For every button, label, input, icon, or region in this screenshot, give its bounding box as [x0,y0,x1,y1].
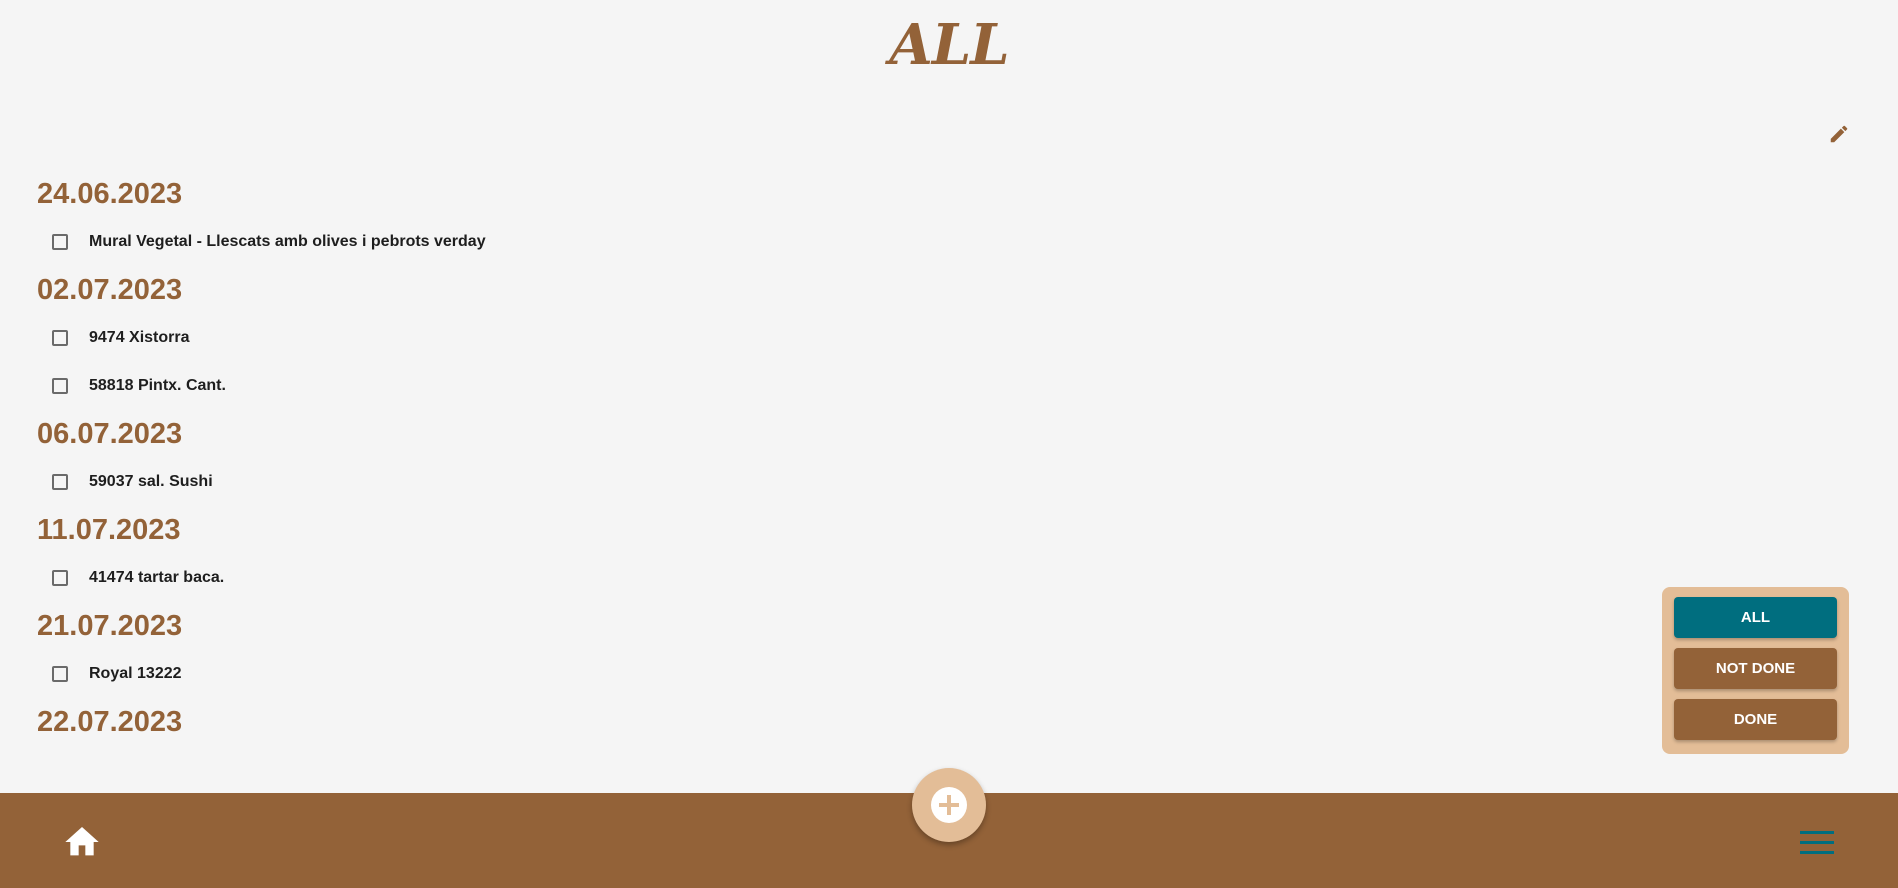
task-label: 41474 tartar baca. [89,569,225,586]
filter-not-done-button[interactable]: NOT DONE [1674,648,1837,689]
date-heading: 06.07.2023 [37,418,183,450]
task-label: 58818 Pintx. Cant. [89,377,226,394]
date-group: 06.07.2023 59037 sal. Sushi [37,410,1237,506]
task-checkbox[interactable] [52,570,68,586]
date-group: 24.06.2023 Mural Vegetal - Llescats amb … [37,170,1237,266]
task-checkbox[interactable] [52,378,68,394]
date-group: 02.07.2023 9474 Xistorra 58818 Pintx. Ca… [37,266,1237,410]
page-title: ALL [889,12,1009,78]
menu-button[interactable] [1798,826,1836,860]
filter-done-button[interactable]: DONE [1674,699,1837,740]
date-group: 21.07.2023 Royal 13222 [37,602,1237,698]
date-heading: 21.07.2023 [37,610,183,642]
task-label: Royal 13222 [89,665,182,682]
pencil-icon [1830,125,1848,143]
home-icon [65,827,99,856]
filter-all-button[interactable]: ALL [1674,597,1837,638]
task-label: Mural Vegetal - Llescats amb olives i pe… [89,233,486,250]
task-item[interactable]: 9474 Xistorra [37,314,1237,362]
task-checkbox[interactable] [52,330,68,346]
task-item[interactable]: Royal 13222 [37,650,1237,698]
task-item[interactable]: Mural Vegetal - Llescats amb olives i pe… [37,218,1237,266]
task-list: 24.06.2023 Mural Vegetal - Llescats amb … [37,170,1237,746]
task-item[interactable]: 58818 Pintx. Cant. [37,362,1237,410]
edit-button[interactable] [1825,120,1853,148]
home-button[interactable] [62,822,102,862]
task-item[interactable]: 59037 sal. Sushi [37,458,1237,506]
hamburger-menu-icon [1800,831,1834,854]
add-button[interactable] [912,768,986,842]
date-group: 11.07.2023 41474 tartar baca. [37,506,1237,602]
date-group: 22.07.2023 [37,698,1237,746]
task-checkbox[interactable] [52,474,68,490]
task-label: 9474 Xistorra [89,329,190,346]
date-heading: 11.07.2023 [37,514,181,546]
task-checkbox[interactable] [52,234,68,250]
task-item[interactable]: 41474 tartar baca. [37,554,1237,602]
page: ALL 24.06.2023 Mural Vegetal - Llescats … [0,0,1898,888]
plus-circle-icon [931,787,967,823]
date-heading: 02.07.2023 [37,274,183,306]
task-label: 59037 sal. Sushi [89,473,213,490]
date-heading: 22.07.2023 [37,706,183,738]
filter-panel: ALL NOT DONE DONE [1662,587,1849,754]
task-checkbox[interactable] [52,666,68,682]
date-heading: 24.06.2023 [37,178,183,210]
